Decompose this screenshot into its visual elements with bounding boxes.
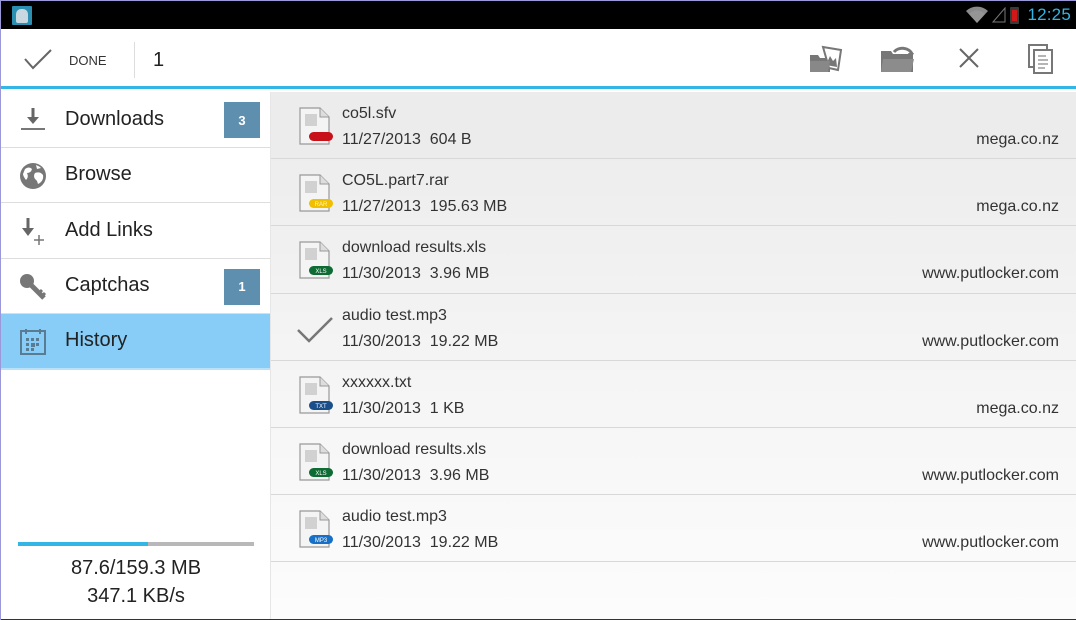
- file-meta: 11/30/2013 3.96 MB: [342, 467, 489, 485]
- rar-file-icon: RAR: [299, 174, 333, 212]
- sfv-file-icon: [299, 107, 333, 145]
- close-icon[interactable]: [951, 43, 987, 75]
- file-name: audio test.mp3: [342, 306, 447, 324]
- file-meta: 11/30/2013 1 KB: [342, 400, 464, 418]
- file-date: 11/30/2013: [342, 466, 421, 484]
- file-date: 11/30/2013: [342, 265, 421, 283]
- file-row[interactable]: MP3 audio test.mp3 11/30/2013 19.22 MB www…: [271, 495, 1076, 563]
- file-host: mega.co.nz: [976, 399, 1059, 417]
- key-icon: [20, 273, 47, 300]
- action-bar-divider: [134, 42, 135, 78]
- file-date: 11/27/2013: [342, 131, 421, 148]
- file-row[interactable]: TXT xxxxxx.txt 11/30/2013 1 KB mega.co.nz: [271, 361, 1076, 428]
- sidebar-item-label: Browse: [65, 163, 132, 186]
- sidebar-item-downloads[interactable]: Downloads 3: [1, 92, 270, 148]
- file-name: xxxxxx.txt: [342, 373, 412, 391]
- file-host: mega.co.nz: [976, 198, 1059, 216]
- file-host: www.putlocker.com: [922, 332, 1059, 350]
- file-date: 11/30/2013: [342, 332, 421, 350]
- xls-file-icon: XLS: [299, 443, 333, 481]
- status-bar: 12:25: [1, 1, 1076, 29]
- file-name: download results.xls: [342, 440, 487, 458]
- calendar-icon: [20, 329, 46, 355]
- file-row[interactable]: XLS download results.xls 11/30/2013 3.96 …: [271, 428, 1076, 496]
- svg-text:MP3: MP3: [315, 538, 328, 544]
- sidebar-item-captchas[interactable]: Captchas 1: [1, 259, 270, 314]
- count-badge: 1: [224, 268, 260, 305]
- done-label: DONE: [69, 53, 107, 68]
- file-host: mega.co.nz: [976, 131, 1059, 148]
- download-progress-fill: [18, 542, 148, 546]
- file-row[interactable]: XLS download results.xls 11/30/2013 3.96 …: [271, 226, 1076, 294]
- action-bar: DONE 1: [1, 29, 1076, 89]
- file-date: 11/27/2013: [342, 198, 421, 216]
- file-size: 19.22 MB: [429, 332, 499, 350]
- open-gallery-folder-icon[interactable]: [809, 43, 845, 75]
- checkmark-selected-icon[interactable]: [297, 308, 333, 348]
- count-badge: 3: [224, 102, 260, 138]
- file-row[interactable]: co5l.sfv 11/27/2013 604 B mega.co.nz: [271, 92, 1076, 160]
- file-size: 195.63 MB: [429, 198, 508, 216]
- done-button[interactable]: DONE: [1, 29, 134, 87]
- file-name: co5l.sfv: [342, 105, 397, 122]
- file-size: 604 B: [429, 131, 472, 148]
- file-size: 3.96 MB: [429, 265, 490, 283]
- signal-icon: [992, 7, 1006, 23]
- file-date: 11/30/2013: [342, 534, 421, 552]
- file-meta: 11/30/2013 3.96 MB: [342, 265, 489, 283]
- copy-icon[interactable]: [1023, 43, 1059, 75]
- file-meta: 11/30/2013 19.22 MB: [342, 333, 498, 351]
- transfer-speed: 347.1 KB/s: [87, 585, 185, 607]
- file-host: www.putlocker.com: [922, 534, 1059, 552]
- file-meta: 11/27/2013 604 B: [342, 131, 472, 149]
- sidebar-item-label: History: [65, 329, 128, 352]
- mp3-file-icon: MP3: [299, 510, 333, 548]
- svg-text:RAR: RAR: [315, 202, 328, 208]
- sidebar-item-label: Captchas: [65, 274, 150, 297]
- file-meta: 11/27/2013 195.63 MB: [342, 198, 507, 216]
- app-notification-icon: [12, 6, 32, 25]
- file-name: download results.xls: [342, 239, 487, 257]
- file-size: 19.22 MB: [429, 534, 499, 552]
- file-size: 1 KB: [429, 399, 465, 417]
- move-folder-icon[interactable]: [880, 43, 916, 75]
- download-progress-bar: [18, 542, 254, 546]
- file-meta: 11/30/2013 19.22 MB: [342, 534, 498, 552]
- file-date: 11/30/2013: [342, 399, 421, 417]
- battery-low-icon: [1010, 6, 1020, 24]
- globe-icon: [20, 162, 46, 189]
- svg-text:XLS: XLS: [315, 269, 326, 275]
- clock: 12:25: [1027, 5, 1071, 24]
- selected-count: 1: [153, 49, 165, 71]
- transfer-amount: 87.6/159.3 MB: [70, 557, 202, 579]
- wifi-icon: [966, 6, 989, 23]
- sidebar-item-label: Downloads: [65, 107, 164, 130]
- file-size: 3.96 MB: [429, 466, 490, 484]
- svg-text:XLS: XLS: [315, 471, 326, 477]
- sidebar-item-history[interactable]: History: [1, 314, 270, 370]
- file-name: CO5L.part7.rar: [342, 172, 449, 190]
- txt-file-icon: TXT: [299, 376, 333, 414]
- file-host: www.putlocker.com: [922, 466, 1059, 484]
- download-icon: [21, 108, 45, 130]
- file-host: www.putlocker.com: [922, 265, 1059, 283]
- sidebar-item-label: Add Links: [65, 218, 153, 241]
- sidebar-item-browse[interactable]: Browse: [1, 148, 270, 203]
- svg-text:TXT: TXT: [315, 404, 327, 410]
- sidebar-item-add-links[interactable]: Add Links: [1, 203, 270, 259]
- add-link-icon: [22, 218, 44, 245]
- file-row[interactable]: RAR CO5L.part7.rar 11/27/2013 195.63 MB me…: [271, 159, 1076, 227]
- check-icon: [24, 49, 52, 70]
- sidebar: Downloads 3 Browse Add Links Captchas 1: [1, 92, 271, 620]
- file-row[interactable]: audio test.mp3 11/30/2013 19.22 MB www.put…: [271, 294, 1076, 361]
- history-file-list: co5l.sfv 11/27/2013 604 B mega.co.nz RAR C…: [271, 92, 1076, 620]
- xls-file-icon: XLS: [299, 241, 333, 279]
- file-name: audio test.mp3: [342, 508, 447, 526]
